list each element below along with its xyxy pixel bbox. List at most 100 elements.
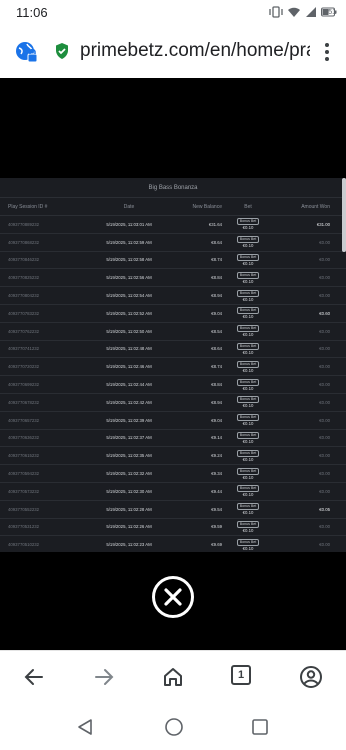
cell-new-balance: €8.74: [211, 257, 222, 263]
cell-amount-won: €0.00: [319, 542, 330, 548]
bet-amount: €0.10: [242, 349, 254, 355]
bonus-bet-badge: Bonus Bet: [236, 218, 260, 226]
nav-home-icon[interactable]: [164, 717, 184, 737]
table-scrollbar[interactable]: [342, 178, 346, 252]
column-bet: Bet: [244, 203, 252, 210]
cell-bet: Bonus Bet €0.10: [222, 271, 274, 284]
bet-amount: €0.10: [242, 367, 254, 373]
cell-session-id: 4093770510232: [8, 542, 40, 548]
cell-date: 5/19/2025, 11:02:35 AM: [106, 453, 152, 459]
cell-amount-won: €0.00: [319, 524, 330, 530]
address-bar: primebetz.com/en/home/prag: [0, 26, 346, 78]
cell-session-id: 4093770825232: [8, 275, 40, 281]
cell-date: 5/19/2025, 11:02:54 AM: [106, 293, 152, 299]
cell-date: 5/19/2025, 11:02:30 AM: [106, 488, 152, 494]
cell-bet: Bonus Bet €0.10: [222, 325, 274, 337]
cell-bet: Bonus Bet €0.10: [222, 307, 274, 319]
nav-back-icon[interactable]: [76, 718, 94, 736]
cell-bet: Bonus Bet €0.10: [222, 360, 274, 373]
cell-new-balance: €9.34: [211, 471, 222, 477]
bonus-bet-badge: Bonus Bet: [236, 236, 260, 244]
home-icon[interactable]: [161, 665, 185, 689]
cell-date: 5/19/2025, 11:02:48 AM: [106, 346, 152, 352]
bonus-bet-badge: Bonus Bet: [236, 431, 260, 439]
url-field[interactable]: primebetz.com/en/home/prag: [80, 40, 310, 62]
cell-amount-won: €31.00: [316, 221, 330, 227]
bet-amount: €0.10: [242, 527, 254, 533]
arrow-forward-icon[interactable]: [92, 665, 116, 689]
bet-amount: €0.10: [242, 456, 254, 462]
table-row: 4093770678232 5/19/2025, 11:02:42 AM €8.94…: [0, 394, 346, 412]
account-circle-icon[interactable]: [299, 665, 323, 689]
cell-session-id: 4093770889232: [8, 221, 40, 227]
cell-amount-won: €0.05: [319, 506, 330, 512]
cell-new-balance: €9.14: [211, 435, 222, 441]
cell-new-balance: €8.84: [211, 382, 222, 388]
cell-new-balance: €8.54: [211, 328, 222, 334]
cell-date: 5/19/2025, 11:02:32 AM: [106, 471, 152, 477]
status-bar: 11:06 51: [0, 0, 346, 26]
cell-date: 5/19/2025, 11:02:58 AM: [106, 257, 152, 263]
bet-amount: €0.10: [242, 296, 254, 302]
table-row: 4093770720232 5/19/2025, 11:02:46 AM €8.74…: [0, 358, 346, 377]
cell-new-balance: €31.64: [208, 221, 222, 227]
cell-new-balance: €9.59: [211, 524, 222, 530]
cell-session-id: 4093770594232: [8, 471, 40, 477]
cell-session-id: 4093770636232: [8, 435, 40, 441]
cell-bet: Bonus Bet €0.10: [222, 396, 274, 408]
bonus-bet-badge: Bonus Bet: [236, 289, 260, 297]
table-row: 4093770657232 5/19/2025, 11:02:39 AM €9.04…: [0, 412, 346, 430]
bet-amount: €0.10: [242, 421, 254, 427]
page-content: Big Bass Bonanza Play Session ID # Date …: [0, 78, 346, 650]
cell-session-id: 4093770804232: [8, 293, 40, 299]
globe-lock-icon[interactable]: [14, 40, 38, 64]
bonus-bet-badge: Bonus Bet: [236, 378, 260, 386]
cell-date: 5/19/2025, 11:02:28 AM: [106, 506, 152, 512]
cell-date: 5/19/2025, 11:02:56 AM: [106, 275, 152, 281]
bet-amount: €0.10: [242, 314, 254, 320]
close-button[interactable]: [152, 576, 194, 618]
cell-session-id: 4093770846232: [8, 257, 40, 263]
bet-amount: €0.10: [242, 438, 254, 444]
cell-new-balance: €8.74: [211, 364, 222, 370]
cell-amount-won: €0.00: [319, 328, 330, 334]
game-title: Big Bass Bonanza: [0, 178, 346, 198]
cell-date: 5/19/2025, 11:02:46 AM: [106, 364, 152, 370]
cell-new-balance: €8.94: [211, 293, 222, 299]
cell-amount-won: €0.00: [319, 382, 330, 388]
wifi-icon: [288, 7, 301, 17]
bet-amount: €0.10: [242, 332, 254, 338]
cell-session-id: 4093770657232: [8, 417, 40, 423]
cell-new-balance: €9.44: [211, 488, 222, 494]
bet-amount: €0.10: [242, 260, 254, 266]
signal-icon: [306, 7, 317, 17]
status-time: 11:06: [16, 5, 48, 20]
cell-session-id: 4093770868232: [8, 239, 40, 245]
table-row: 4093770804232 5/19/2025, 11:02:54 AM €8.94…: [0, 287, 346, 305]
table-row: 4093770868232 5/19/2025, 11:02:59 AM €8.64…: [0, 234, 346, 252]
shield-check-icon[interactable]: [54, 42, 70, 60]
cell-bet: Bonus Bet €0.10: [222, 378, 274, 391]
table-row: 4093770825232 5/19/2025, 11:02:56 AM €8.84…: [0, 269, 346, 288]
cell-session-id: 4093770615232: [8, 453, 40, 459]
cell-new-balance: €9.54: [211, 506, 222, 512]
table-row: 4093770636232 5/19/2025, 11:02:37 AM €9.14…: [0, 430, 346, 448]
cell-new-balance: €9.04: [211, 417, 222, 423]
table-row: 4093770615232 5/19/2025, 11:02:35 AM €9.24…: [0, 447, 346, 466]
cell-new-balance: €9.24: [211, 453, 222, 459]
cell-bet: Bonus Bet €0.10: [222, 218, 274, 230]
cell-session-id: 4093770531232: [8, 524, 40, 530]
more-vert-icon[interactable]: [324, 42, 330, 62]
bonus-bet-badge: Bonus Bet: [236, 253, 260, 261]
vibrate-icon: [269, 6, 283, 18]
tab-switcher-button[interactable]: 1: [231, 665, 251, 685]
cell-session-id: 4093770678232: [8, 399, 40, 405]
cell-bet: Bonus Bet €0.10: [222, 289, 274, 302]
nav-recents-icon[interactable]: [251, 718, 269, 736]
column-amount-won: Amount Won: [301, 203, 330, 210]
bet-amount: €0.10: [242, 545, 254, 551]
arrow-back-icon[interactable]: [22, 665, 46, 689]
cell-date: 5/19/2025, 11:02:50 AM: [106, 328, 152, 334]
cell-amount-won: €0.60: [319, 310, 330, 316]
cell-session-id: 4093770552232: [8, 506, 40, 512]
